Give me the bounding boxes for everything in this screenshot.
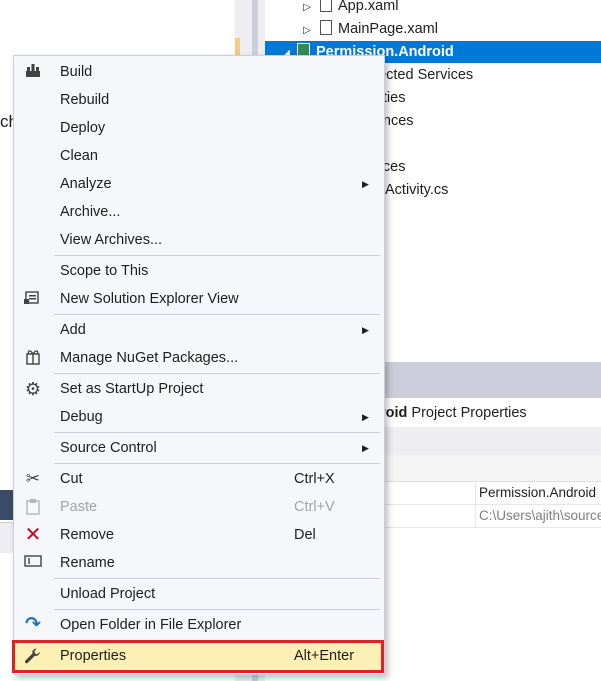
submenu-arrow-icon: ▶: [362, 325, 369, 335]
scissors-icon: ✂: [25, 469, 41, 488]
submenu-arrow-icon: ▶: [362, 179, 369, 189]
editor-toolbar: [0, 522, 14, 553]
tree-item-mainactivity[interactable]: Activity.cs: [385, 179, 448, 201]
solution-explorer-view-icon: [23, 290, 43, 308]
wrench-icon: [23, 647, 43, 665]
menu-separator: [54, 609, 380, 610]
tree-item-mainpage-xaml[interactable]: ▷ MainPage.xaml: [300, 18, 438, 40]
expand-arrow-icon[interactable]: ▷: [300, 0, 314, 19]
menu-item-analyze[interactable]: Analyze ▶: [14, 170, 382, 198]
menu-separator: [54, 255, 380, 256]
menu-item-cut[interactable]: ✂ Cut Ctrl+X: [14, 465, 382, 493]
menu-item-new-solution-explorer-view[interactable]: New Solution Explorer View: [14, 285, 382, 313]
menu-item-manage-nuget[interactable]: Manage NuGet Packages...: [14, 344, 382, 372]
shortcut-remove: Del: [294, 527, 316, 543]
menu-item-set-startup[interactable]: ⚙ Set as StartUp Project: [14, 375, 382, 403]
submenu-arrow-icon: ▶: [362, 443, 369, 453]
gear-icon: ⚙: [24, 379, 42, 399]
menu-item-build[interactable]: Build: [14, 58, 382, 86]
build-icon: [23, 63, 43, 81]
nuget-package-icon: [23, 349, 43, 367]
menu-item-deploy[interactable]: Deploy: [14, 114, 382, 142]
menu-item-debug[interactable]: Debug ▶: [14, 403, 382, 431]
property-row[interactable]: Permission.Android: [380, 482, 601, 505]
menu-item-scope-to-this[interactable]: Scope to This: [14, 257, 382, 285]
menu-item-rebuild[interactable]: Rebuild: [14, 86, 382, 114]
menu-item-remove[interactable]: ✕ Remove Del: [14, 521, 382, 549]
properties-header-label: Project Properties: [407, 405, 527, 421]
property-value: C:\Users\ajith\source: [475, 505, 601, 527]
menu-item-archive[interactable]: Archive...: [14, 198, 382, 226]
menu-separator: [54, 432, 380, 433]
menu-item-source-control[interactable]: Source Control ▶: [14, 434, 382, 462]
refresh-arrow-icon: ↷: [25, 614, 41, 635]
context-menu: Build Rebuild Deploy Clean Analyze ▶ Arc…: [12, 55, 385, 675]
menu-separator: [54, 373, 380, 374]
file-icon: [320, 0, 332, 12]
editor-tab-strip: [0, 490, 14, 520]
remove-x-icon: ✕: [24, 524, 42, 546]
property-value: Permission.Android: [475, 482, 601, 504]
tree-item-connected-services[interactable]: nected Services: [370, 64, 473, 86]
menu-item-clean[interactable]: Clean: [14, 142, 382, 170]
menu-item-open-folder[interactable]: ↷ Open Folder in File Explorer: [14, 611, 382, 639]
menu-item-properties[interactable]: Properties Alt+Enter: [12, 640, 384, 673]
file-icon: [320, 20, 332, 35]
submenu-arrow-icon: ▶: [362, 412, 369, 422]
menu-item-view-archives[interactable]: View Archives...: [14, 226, 382, 254]
property-row[interactable]: C:\Users\ajith\source: [380, 505, 601, 528]
shortcut-cut: Ctrl+X: [294, 471, 335, 487]
menu-separator: [54, 314, 380, 315]
rename-icon: [23, 554, 43, 572]
properties-header: roid Project Properties: [380, 402, 527, 424]
menu-item-unload-project[interactable]: Unload Project: [14, 580, 382, 608]
tree-item-app-xaml[interactable]: ▷ App.xaml: [300, 0, 398, 17]
expand-arrow-icon[interactable]: ▷: [300, 20, 314, 42]
menu-item-rename[interactable]: Rename: [14, 549, 382, 577]
menu-separator: [54, 463, 380, 464]
menu-separator: [54, 578, 380, 579]
shortcut-paste: Ctrl+V: [294, 499, 335, 515]
shortcut-properties: Alt+Enter: [294, 648, 355, 664]
menu-item-paste[interactable]: Paste Ctrl+V: [14, 493, 382, 521]
clipboard-icon: [23, 498, 43, 516]
menu-item-add[interactable]: Add ▶: [14, 316, 382, 344]
